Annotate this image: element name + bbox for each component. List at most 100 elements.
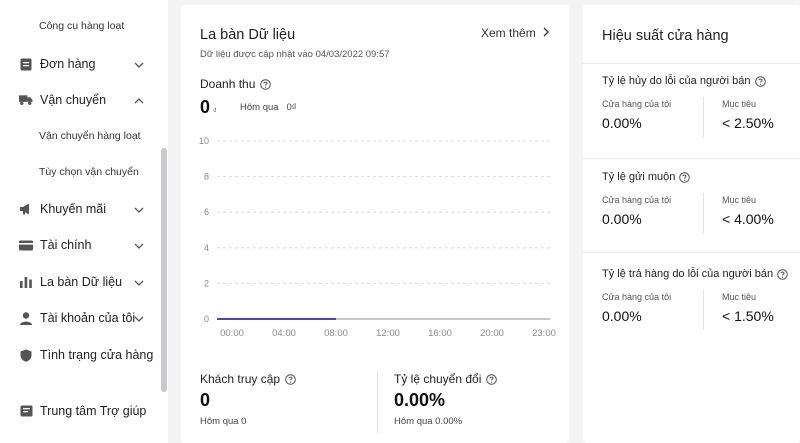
revenue-yesterday-label: Hôm qua bbox=[240, 102, 279, 113]
y-tick-label: 0 bbox=[204, 314, 209, 324]
sidebar: Công cụ hàng loạt Đơn hàng Vận chuyển Vậ… bbox=[0, 0, 168, 443]
conversion-yesterday: Hôm qua 0.00% bbox=[394, 416, 463, 427]
revenue-yesterday-value: 0₫ bbox=[286, 102, 297, 113]
x-tick-label: 04:00 bbox=[272, 328, 296, 339]
chevron-down-icon bbox=[133, 203, 145, 215]
help-circle-icon[interactable] bbox=[486, 373, 498, 385]
revenue-label-text: Doanh thu bbox=[200, 77, 256, 91]
user-icon bbox=[19, 311, 33, 325]
y-tick-label: 6 bbox=[204, 207, 209, 217]
sidebar-item-bulk-tools[interactable]: Công cụ hàng loạt bbox=[39, 20, 124, 32]
divider bbox=[583, 252, 800, 253]
bar-chart-icon bbox=[19, 275, 33, 289]
x-tick-label: 12:00 bbox=[376, 328, 400, 339]
sidebar-item-bulk-shipping[interactable]: Vận chuyển hàng loạt bbox=[39, 130, 141, 142]
visitors-label: Khách truy cập bbox=[200, 372, 296, 386]
y-tick-label: 10 bbox=[199, 136, 209, 146]
order-icon bbox=[19, 57, 33, 71]
data-compass-title: La bàn Dữ liệu bbox=[200, 27, 296, 43]
my-shop-value: 0.00% bbox=[602, 115, 642, 131]
metric-name-text: Tỷ lệ hủy do lỗi của người bán bbox=[602, 75, 751, 87]
visitors-value: 0 bbox=[200, 390, 211, 410]
x-tick-label: 23:00 bbox=[532, 328, 556, 339]
help-circle-icon[interactable] bbox=[679, 171, 691, 183]
conversion-value: 0.00% bbox=[394, 390, 446, 410]
y-tick-label: 2 bbox=[204, 278, 209, 288]
visitors-label-text: Khách truy cập bbox=[200, 372, 281, 386]
column-divider bbox=[703, 193, 704, 233]
chevron-right-icon bbox=[542, 26, 550, 40]
help-circle-icon[interactable] bbox=[285, 373, 296, 385]
shop-performance-title: Hiệu suất cửa hàng bbox=[602, 28, 729, 44]
help-center-icon bbox=[19, 404, 33, 418]
x-tick-label: 08:00 bbox=[324, 328, 348, 339]
divider bbox=[583, 158, 800, 159]
target-label: Mục tiêu bbox=[722, 292, 757, 302]
column-divider bbox=[703, 97, 704, 137]
revenue-chart: 0 2 4 6 8 10 00:00 04:00 08:00 12:00 16:00 20:00 23:… bbox=[199, 136, 556, 339]
sidebar-item-promotions[interactable]: Khuyến mãi bbox=[0, 200, 160, 218]
divider bbox=[583, 63, 800, 64]
data-updated-text: Dữ liệu được cập nhật vào 04/03/2022 09:… bbox=[200, 49, 390, 60]
metric-name: Tỷ lệ gửi muộn bbox=[602, 171, 691, 183]
chevron-down-icon bbox=[133, 276, 145, 288]
my-shop-label: Cửa hàng của tôi bbox=[602, 99, 672, 109]
sidebar-item-data-compass[interactable]: La bàn Dữ liệu bbox=[0, 273, 160, 291]
sidebar-item-finance[interactable]: Tài chính bbox=[0, 236, 160, 254]
my-shop-label: Cửa hàng của tôi bbox=[602, 195, 672, 205]
sidebar-item-help-center[interactable]: Trung tâm Trợ giúp bbox=[0, 402, 160, 420]
sidebar-item-label: Vận chuyển bbox=[40, 93, 107, 107]
my-shop-value: 0.00% bbox=[602, 308, 642, 324]
see-more-link[interactable]: Xem thêm bbox=[481, 26, 550, 40]
conversion-label-text: Tỷ lệ chuyển đổi bbox=[394, 372, 482, 386]
help-circle-icon[interactable] bbox=[260, 78, 272, 90]
revenue-value: 0 bbox=[200, 97, 211, 117]
chevron-down-icon bbox=[133, 58, 145, 70]
my-shop-label: Cửa hàng của tôi bbox=[602, 292, 672, 302]
sidebar-scrollbar-thumb[interactable] bbox=[161, 148, 167, 392]
sidebar-item-label: Tài chính bbox=[40, 238, 92, 252]
sidebar-item-label: La bàn Dữ liệu bbox=[40, 275, 123, 289]
sidebar-item-shipping-options[interactable]: Tùy chọn vận chuyển bbox=[39, 166, 139, 178]
data-compass-card: La bàn Dữ liệu Xem thêm Dữ liệu được cập… bbox=[181, 5, 569, 443]
revenue-currency: ₫ bbox=[213, 108, 217, 115]
sidebar-item-label: Trung tâm Trợ giúp bbox=[40, 404, 147, 418]
help-circle-icon[interactable] bbox=[777, 268, 788, 280]
x-tick-label: 16:00 bbox=[428, 328, 452, 339]
sidebar-item-label: Tình trạng cửa hàng bbox=[40, 348, 154, 362]
column-divider bbox=[703, 290, 704, 330]
my-shop-value: 0.00% bbox=[602, 211, 642, 227]
sidebar-item-shipping[interactable]: Vận chuyển bbox=[0, 91, 160, 109]
stats-divider bbox=[377, 371, 378, 433]
chevron-down-icon bbox=[133, 312, 145, 324]
sidebar-item-my-account[interactable]: Tài khoản của tôi bbox=[0, 309, 160, 327]
x-tick-label: 20:00 bbox=[480, 328, 504, 339]
help-circle-icon[interactable] bbox=[754, 75, 766, 87]
metric-name-text: Tỷ lệ gửi muộn bbox=[602, 171, 676, 183]
chevron-up-icon bbox=[133, 94, 145, 106]
shield-icon bbox=[19, 348, 33, 362]
sidebar-item-label: Tài khoản của tôi bbox=[40, 311, 136, 325]
shop-performance-card: Hiệu suất cửa hàng Tỷ lệ hủy do lỗi của … bbox=[583, 5, 800, 443]
wallet-icon bbox=[19, 238, 33, 252]
metric-name: Tỷ lệ hủy do lỗi của người bán bbox=[602, 75, 766, 87]
target-value: < 2.50% bbox=[722, 115, 774, 131]
metric-name: Tỷ lệ trả hàng do lỗi của người bán bbox=[602, 268, 788, 280]
x-tick-label: 00:00 bbox=[220, 328, 244, 339]
conversion-label: Tỷ lệ chuyển đổi bbox=[394, 372, 498, 386]
chevron-down-icon bbox=[133, 239, 145, 251]
sidebar-item-shop-health[interactable]: Tình trạng cửa hàng bbox=[0, 346, 160, 364]
y-tick-label: 8 bbox=[204, 172, 209, 182]
metric-name-text: Tỷ lệ trả hàng do lỗi của người bán bbox=[602, 268, 774, 280]
sidebar-item-label: Đơn hàng bbox=[40, 57, 96, 71]
truck-icon bbox=[19, 93, 33, 107]
target-label: Mục tiêu bbox=[722, 99, 757, 109]
megaphone-icon bbox=[19, 202, 33, 216]
y-tick-label: 4 bbox=[204, 243, 209, 253]
revenue-yesterday: Hôm qua 0₫ bbox=[240, 102, 297, 113]
revenue-label: Doanh thu bbox=[200, 77, 272, 91]
target-value: < 4.00% bbox=[722, 211, 774, 227]
sidebar-item-label: Khuyến mãi bbox=[40, 202, 107, 216]
target-value: < 1.50% bbox=[722, 308, 774, 324]
sidebar-item-orders[interactable]: Đơn hàng bbox=[0, 55, 160, 73]
